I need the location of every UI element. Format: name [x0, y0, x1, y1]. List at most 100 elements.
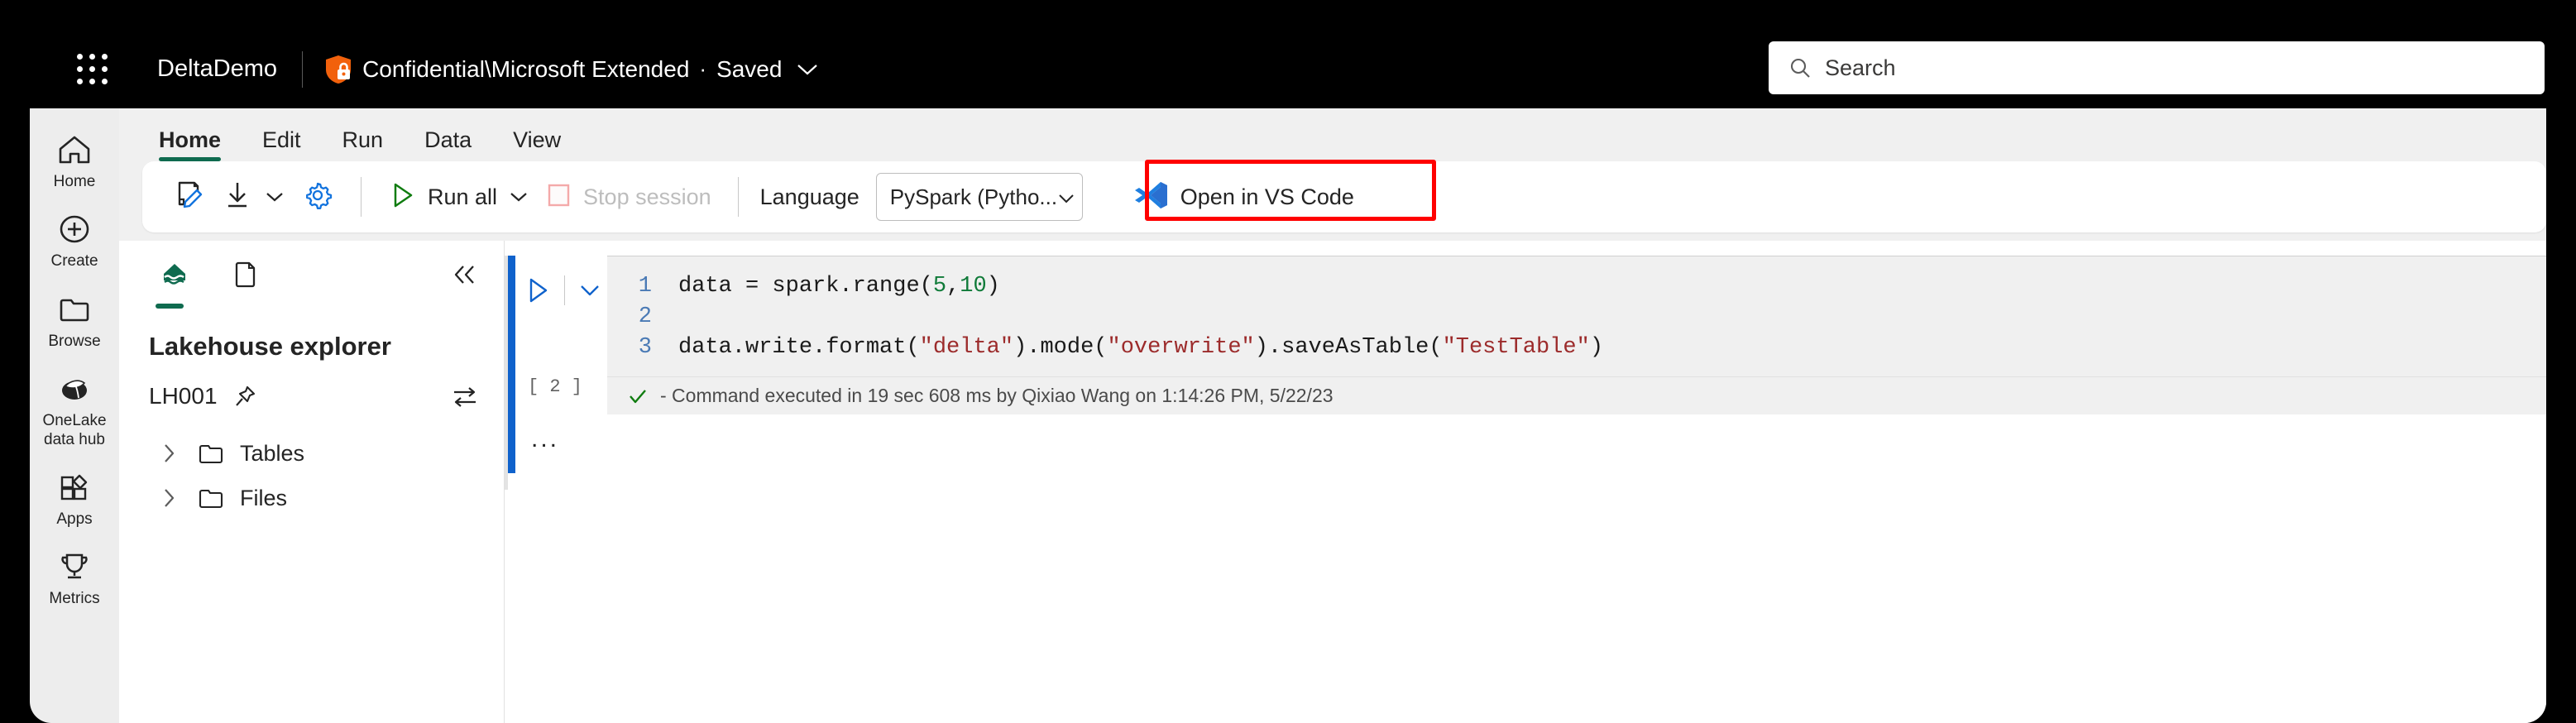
apps-grid-icon	[57, 469, 92, 505]
run-all-button[interactable]: Run all	[380, 171, 537, 223]
app-window: DeltaDemo Confidential\Microsoft Extende…	[0, 0, 2576, 723]
code-editor[interactable]: 1 data = spark.range(5,10) 2 3 data.writ…	[607, 256, 2546, 376]
trophy-icon	[57, 548, 92, 585]
sensitivity-label-text: Confidential\Microsoft Extended	[362, 55, 690, 82]
cell-body: 1 data = spark.range(5,10) 2 3 data.writ…	[607, 256, 2546, 452]
pin-icon[interactable]	[232, 384, 257, 409]
code-line: 2	[607, 302, 2546, 333]
search-icon	[1790, 58, 1810, 78]
notebook-settings-button[interactable]	[293, 171, 342, 223]
chevron-right-icon[interactable]	[162, 486, 190, 510]
explorer-tab-lakehouse[interactable]	[149, 259, 200, 309]
tab-data[interactable]: Data	[424, 127, 472, 163]
line-number: 3	[638, 335, 652, 360]
cell-actions	[524, 275, 601, 305]
sidebar-item-create[interactable]: Create	[30, 199, 119, 279]
folder-icon	[197, 486, 225, 510]
import-chevron-down-icon[interactable]	[265, 190, 285, 203]
tab-edit[interactable]: Edit	[262, 127, 301, 163]
document-icon	[228, 259, 263, 294]
cell-status-text: - Command executed in 19 sec 608 ms by Q…	[660, 385, 1333, 406]
sidebar-item-label: Home	[53, 173, 96, 190]
line-number: 2	[638, 304, 652, 329]
app-title: DeltaDemo	[157, 55, 278, 82]
open-in-vs-code-label: Open in VS Code	[1180, 184, 1354, 209]
cell-gutter-separator	[564, 275, 565, 305]
search-placeholder: Search	[1825, 55, 1896, 80]
notebook-canvas: [ 2 ] ... 1 data = spark.range(5,10) 2 3…	[505, 241, 2546, 723]
tab-run[interactable]: Run	[342, 127, 384, 163]
page-title: Lakehouse explorer	[149, 332, 391, 361]
ribbon-tab-strip: Home Edit Run Data View	[119, 108, 2546, 163]
cell-execution-count: [ 2 ]	[528, 376, 583, 397]
language-label: Language	[759, 184, 859, 209]
line-number: 1	[638, 274, 652, 299]
sidebar-item-label: Apps	[56, 510, 93, 529]
code-line: 1 data = spark.range(5,10)	[607, 271, 2546, 302]
sensitivity-label-button[interactable]: Confidential\Microsoft Extended	[324, 55, 689, 84]
folder-icon	[197, 441, 225, 466]
code-text: data.write.format("delta").mode("overwri…	[678, 335, 1604, 360]
waffle-grid-icon[interactable]	[73, 50, 111, 89]
tree-item-files[interactable]: Files	[119, 476, 504, 520]
vscode-logo-icon	[1132, 179, 1169, 216]
switch-arrows-icon[interactable]	[451, 383, 479, 409]
chevron-right-icon[interactable]	[162, 442, 190, 465]
lakehouse-icon	[157, 259, 192, 294]
cell-more-options-button[interactable]: ...	[531, 427, 559, 452]
save-status-chevron-down-icon[interactable]	[797, 63, 818, 76]
import-notebook-button[interactable]	[213, 171, 293, 223]
sidebar-item-label: Create	[50, 252, 98, 271]
explorer-tab-active-underline	[156, 304, 184, 309]
home-icon	[57, 132, 92, 168]
sidebar-item-browse[interactable]: Browse	[30, 280, 119, 359]
cell-status-bar: - Command executed in 19 sec 608 ms by Q…	[607, 376, 2546, 414]
cell-gutter: [ 2 ] ...	[505, 256, 607, 452]
onelake-icon	[57, 371, 92, 407]
header-divider	[302, 50, 304, 88]
cell-collapse-chevron-down-icon[interactable]	[578, 283, 601, 298]
markdown-cell-button[interactable]	[164, 171, 213, 223]
run-all-label: Run all	[428, 184, 498, 209]
lakehouse-name: LH001	[149, 383, 218, 409]
tree-item-label: Tables	[240, 440, 305, 466]
tree-item-label: Files	[240, 485, 288, 510]
left-nav-rail: Home Create Browse OneLake data hub Apps…	[30, 108, 119, 723]
sidebar-item-label: Metrics	[49, 590, 100, 608]
run-all-chevron-down-icon[interactable]	[509, 190, 529, 203]
tree-item-tables[interactable]: Tables	[119, 431, 504, 476]
lakehouse-tree: Tables Files	[119, 409, 504, 520]
main-content-area: Home Edit Run Data View Run all Stop ses…	[119, 108, 2546, 723]
open-in-vs-code-button[interactable]: Open in VS Code	[1119, 171, 1367, 223]
play-triangle-icon	[388, 180, 416, 215]
code-text: data = spark.range(5,10)	[678, 274, 1000, 299]
arrow-download-icon	[222, 179, 253, 216]
notebook-cell[interactable]: [ 2 ] ... 1 data = spark.range(5,10) 2 3…	[505, 256, 2546, 490]
run-cell-play-triangle-icon[interactable]	[524, 275, 551, 305]
stop-session-label: Stop session	[583, 184, 711, 209]
home-toolbar: Run all Stop session Language PySpark (P…	[142, 161, 2546, 232]
save-status-text: Saved	[716, 55, 783, 82]
code-line: 3 data.write.format("delta").mode("overw…	[607, 333, 2546, 363]
cell-active-accent-bar	[508, 256, 515, 473]
tab-home[interactable]: Home	[159, 127, 222, 163]
stop-session-button[interactable]: Stop session	[537, 171, 720, 223]
explorer-tab-strip	[119, 241, 504, 309]
gear-icon	[301, 179, 334, 216]
folder-icon	[57, 291, 92, 328]
tab-view[interactable]: View	[513, 127, 561, 163]
sidebar-item-apps[interactable]: Apps	[30, 457, 119, 537]
search-input[interactable]: Search	[1769, 41, 2545, 94]
plus-circle-icon	[57, 211, 92, 247]
toolbar-container: Run all Stop session Language PySpark (P…	[119, 161, 2546, 241]
sidebar-item-onelake-data-hub[interactable]: OneLake data hub	[30, 359, 119, 457]
explorer-tab-notebook[interactable]	[220, 259, 271, 305]
language-select[interactable]: PySpark (Pytho...	[875, 173, 1083, 221]
sidebar-item-metrics[interactable]: Metrics	[30, 537, 119, 616]
sidebar-item-home[interactable]: Home	[30, 120, 119, 199]
workspace-split: Lakehouse explorer LH001 Tables Files […	[119, 241, 2546, 723]
checkmark-icon	[627, 385, 649, 407]
collapse-explorer-button[interactable]	[451, 264, 479, 290]
header-dot-separator: ·	[699, 56, 707, 81]
toolbar-separator	[361, 177, 362, 217]
